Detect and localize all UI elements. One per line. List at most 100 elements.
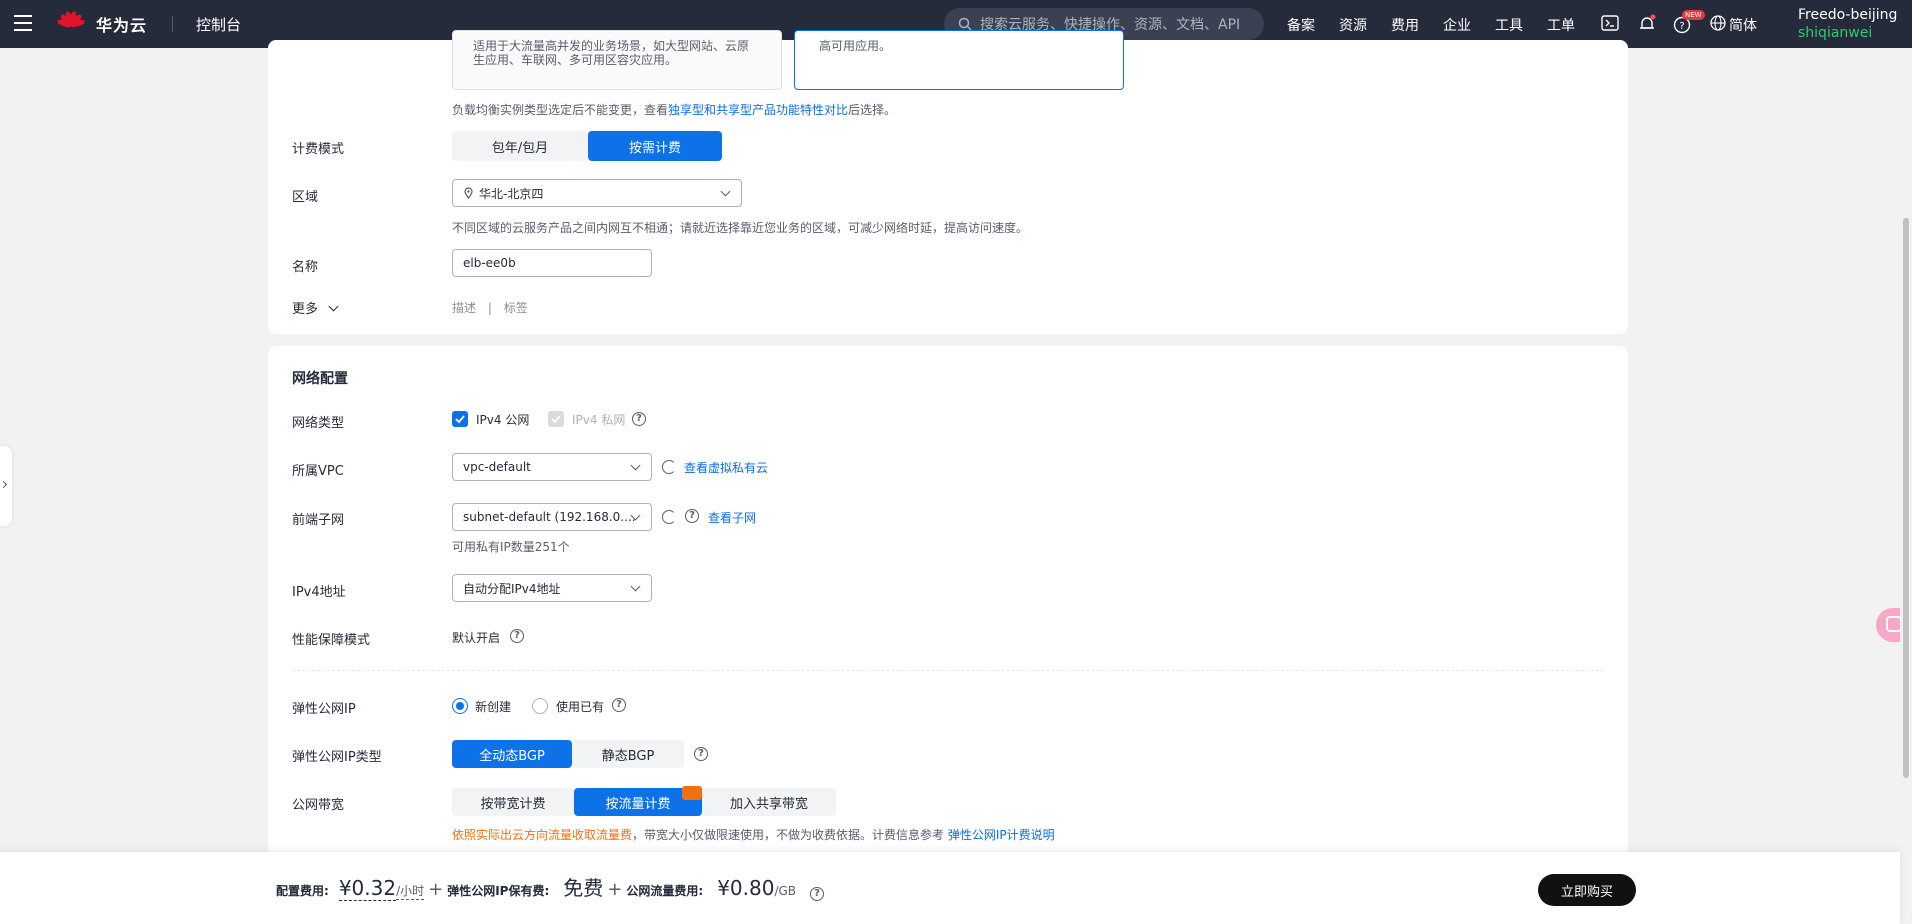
help-icon[interactable]: ? <box>694 747 708 761</box>
scrollbar-thumb[interactable] <box>1903 218 1909 778</box>
help-icon[interactable]: ? <box>612 698 626 712</box>
region-value: 华北-北京四 <box>479 186 544 201</box>
config-fee-unit: /小时 <box>396 884 425 900</box>
config-fee-price[interactable]: ¥0.32 <box>338 876 397 901</box>
perf-label: 性能保障模式 <box>292 633 371 648</box>
nav-beian[interactable]: 备案 <box>1287 15 1315 35</box>
nav-resources[interactable]: 资源 <box>1339 15 1367 35</box>
chevron-down-icon <box>328 301 339 312</box>
divider <box>292 670 1604 671</box>
nav-tools[interactable]: 工具 <box>1495 15 1523 35</box>
traffic-fee-price: ¥0.80 <box>717 876 775 900</box>
help-icon[interactable]: ? <box>510 629 524 643</box>
eip-new-label: 新创建 <box>475 700 512 714</box>
subnet-select[interactable]: subnet-default (192.168.0.... <box>452 503 652 531</box>
compare-link[interactable]: 独享型和共享型产品功能特性对比 <box>668 103 848 117</box>
refresh-icon[interactable] <box>662 510 676 524</box>
divider <box>172 16 173 32</box>
bgp-dynamic-button[interactable]: 全动态BGP <box>452 740 572 768</box>
ipv4-private-checkbox <box>548 411 564 427</box>
help-icon[interactable]: ? <box>632 412 646 426</box>
type-desc-right: 高可用应用。 <box>819 39 892 53</box>
config-fee-label: 配置费用: <box>276 884 329 898</box>
bgp-static-button[interactable]: 静态BGP <box>572 740 684 768</box>
bandwidth-hint-text: ，带宽大小仅做限速使用，不做为收费依据。计费信息参考 <box>632 828 945 842</box>
nav-billing[interactable]: 费用 <box>1391 15 1419 35</box>
tag-link[interactable]: 标签 <box>504 301 528 315</box>
type-hint-suffix: 后选择。 <box>848 103 897 117</box>
console-link[interactable]: 控制台 <box>196 14 241 35</box>
location-pin-icon <box>464 187 473 199</box>
eiptype-label: 弹性公网IP类型 <box>292 750 382 765</box>
vpc-value: vpc-default <box>463 460 531 474</box>
chevron-down-icon <box>630 460 641 471</box>
region-label: 区域 <box>292 190 319 205</box>
ipv4-public-checkbox[interactable] <box>452 411 468 427</box>
dedicated-type-card[interactable]: 高可用应用。 <box>794 30 1124 90</box>
vpc-select[interactable]: vpc-default <box>452 453 652 481</box>
eip-fee-value: 免费 <box>563 876 604 900</box>
network-config-card: 网络配置 网络类型 IPv4 公网 IPv4 私网 ? 所属VPC vpc-de… <box>268 346 1628 866</box>
section-title: 网络配置 <box>292 371 348 387</box>
new-badge: NEW <box>1682 10 1705 20</box>
subnet-hint: 可用私有IP数量251个 <box>452 540 570 554</box>
price-summary: 配置费用: ¥0.32 /小时 + 弹性公网IP保有费: 免费 + 公网流量费用… <box>276 872 825 901</box>
menu-icon[interactable] <box>14 15 32 31</box>
scrollbar[interactable] <box>1900 48 1912 852</box>
check-icon <box>551 415 561 424</box>
terminal-icon[interactable] <box>1601 14 1619 32</box>
billing-yearly-button[interactable]: 包年/包月 <box>452 131 588 161</box>
perf-value: 默认开启 <box>452 631 501 645</box>
shared-type-card[interactable]: 适用于大流量高并发的业务场景，如大型网站、云原 生应用、车联网、多可用区容灾应用… <box>452 30 782 90</box>
bandwidth-label: 公网带宽 <box>292 798 345 813</box>
bandwidth-hint-warning: 依照实际出云方向流量收取流量费 <box>452 828 633 842</box>
huawei-flower-icon <box>56 9 86 39</box>
nettype-label: 网络类型 <box>292 416 345 431</box>
more-items: 描述 | 标签 <box>452 301 528 315</box>
region-select[interactable]: 华北-北京四 <box>452 179 742 207</box>
view-vpc-link[interactable]: 查看虚拟私有云 <box>684 459 768 476</box>
billing-ondemand-button[interactable]: 按需计费 <box>588 131 722 161</box>
bandwidth-hint: 依照实际出云方向流量收取流量费，带宽大小仅做限速使用，不做为收费依据。计费信息参… <box>452 826 1055 843</box>
user-name: shiqianwei <box>1798 25 1873 41</box>
help-icon[interactable]: ? <box>810 887 825 901</box>
bell-icon[interactable] <box>1637 14 1657 34</box>
eip-existing-label: 使用已有 <box>556 700 605 714</box>
nav-enterprise[interactable]: 企业 <box>1443 15 1471 35</box>
language-switch[interactable]: 简体 <box>1729 15 1757 35</box>
eip-existing-radio[interactable] <box>532 698 548 714</box>
bw-by-bandwidth-button[interactable]: 按带宽计费 <box>452 788 574 816</box>
buy-now-button[interactable]: 立即购买 <box>1538 874 1636 906</box>
plus-icon: + <box>428 879 444 900</box>
user-account: Freedo-beijing <box>1798 7 1898 23</box>
price-footer: 配置费用: ¥0.32 /小时 + 弹性公网IP保有费: 免费 + 公网流量费用… <box>0 852 1900 924</box>
name-label: 名称 <box>292 260 319 275</box>
brand-name: 华为云 <box>96 16 148 35</box>
ipv4-label: IPv4地址 <box>292 585 346 600</box>
globe-icon[interactable] <box>1710 15 1726 31</box>
eip-new-radio[interactable] <box>452 698 468 714</box>
refresh-icon[interactable] <box>662 460 676 474</box>
user-menu[interactable]: Freedo-beijing shiqianwei <box>1798 6 1897 42</box>
svg-text:?: ? <box>1679 21 1684 32</box>
chevron-down-icon <box>720 186 731 197</box>
plus-icon: + <box>607 879 623 900</box>
recommend-icon <box>682 786 702 800</box>
vpc-label: 所属VPC <box>292 464 344 479</box>
subnet-value: subnet-default (192.168.0.... <box>463 510 636 524</box>
more-toggle[interactable]: 更多 <box>292 298 339 317</box>
eip-label: 弹性公网IP <box>292 702 356 717</box>
ipv4-select[interactable]: 自动分配IPv4地址 <box>452 574 652 602</box>
huawei-logo[interactable]: 华为云 <box>56 9 147 39</box>
help-icon[interactable]: ? <box>685 509 699 523</box>
desc-link[interactable]: 描述 <box>452 301 476 315</box>
view-subnet-link[interactable]: 查看子网 <box>708 509 756 526</box>
nav-tickets[interactable]: 工单 <box>1547 15 1575 35</box>
more-label: 更多 <box>292 302 319 317</box>
basic-config-card: 适用于大流量高并发的业务场景，如大型网站、云原 生应用、车联网、多可用区容灾应用… <box>268 30 1628 334</box>
bw-shared-button[interactable]: 加入共享带宽 <box>702 788 836 816</box>
name-input[interactable]: elb-ee0b <box>452 249 652 277</box>
side-panel-toggle[interactable] <box>0 446 12 526</box>
billing-label: 计费模式 <box>292 142 345 157</box>
eip-billing-link[interactable]: 弹性公网IP计费说明 <box>948 828 1055 842</box>
